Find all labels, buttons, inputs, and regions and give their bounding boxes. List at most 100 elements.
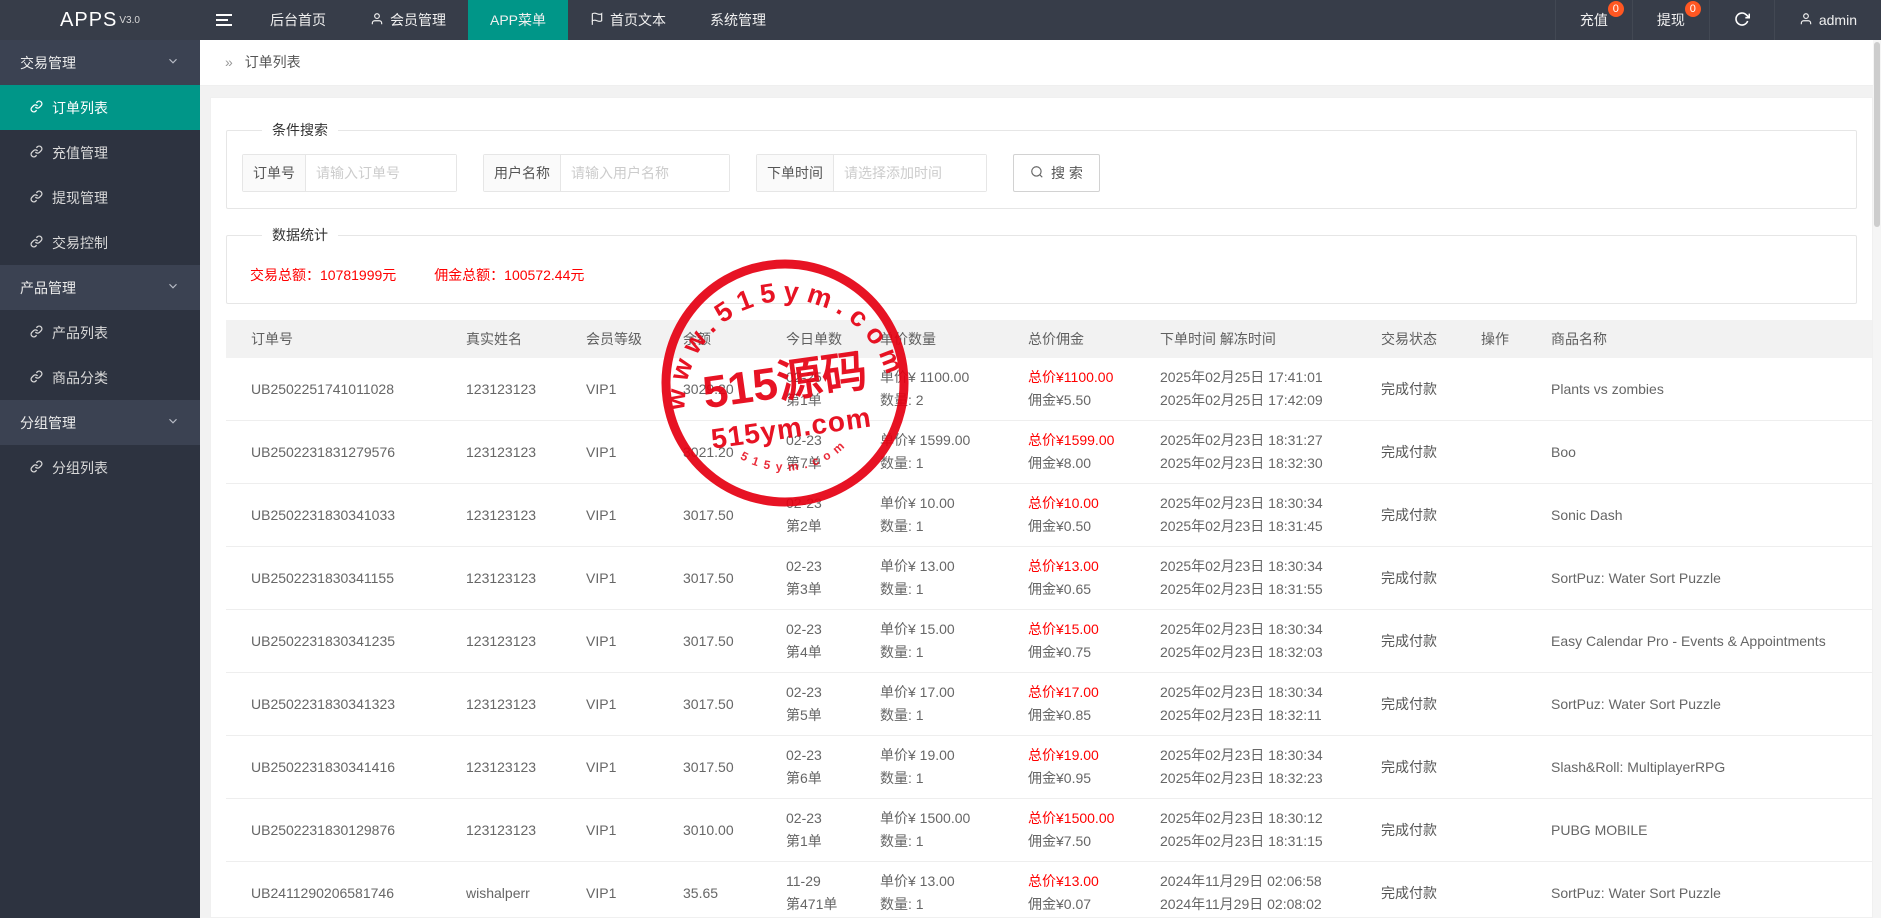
cell-action bbox=[1466, 672, 1536, 736]
recharge-badge: 0 bbox=[1607, 1, 1624, 17]
cell-total-commission: 总价¥1500.00 佣金¥7.50 bbox=[1013, 798, 1145, 862]
cell-balance: 3010.00 bbox=[668, 798, 771, 862]
user-icon bbox=[370, 12, 384, 29]
cell-level: VIP1 bbox=[571, 798, 668, 862]
cell-product: Slash&Roll: MultiplayerRPG bbox=[1536, 735, 1872, 799]
order-no-input[interactable] bbox=[306, 155, 456, 191]
cell-unit-qty: 单价¥ 13.00 数量: 1 bbox=[865, 861, 1013, 917]
nav-item-app-menu[interactable]: APP菜单 bbox=[468, 0, 569, 40]
nav-item-dashboard[interactable]: 后台首页 bbox=[248, 0, 348, 40]
sidebar-group-grouping[interactable]: 分组管理 bbox=[0, 400, 200, 445]
sidebar-item-group-list[interactable]: 分组列表 bbox=[0, 445, 200, 490]
sidebar-item-goods-category[interactable]: 商品分类 bbox=[0, 355, 200, 400]
table-row: UB2411290206581746 wishalperr VIP1 35.65… bbox=[226, 861, 1872, 917]
cell-order-no: UB2502231830341155 bbox=[226, 546, 451, 610]
cell-total-commission: 总价¥19.00 佣金¥0.95 bbox=[1013, 735, 1145, 799]
cell-real-name: wishalperr bbox=[451, 861, 571, 917]
group-label: 分组管理 bbox=[20, 414, 76, 431]
breadcrumb-caret: » bbox=[225, 54, 233, 70]
nav-item-home-text[interactable]: 首页文本 bbox=[568, 0, 688, 40]
cell-product: Easy Calendar Pro - Events & Appointment… bbox=[1536, 609, 1872, 673]
cell-product: SortPuz: Water Sort Puzzle bbox=[1536, 546, 1872, 610]
link-icon bbox=[30, 99, 43, 116]
cell-action bbox=[1466, 735, 1536, 799]
nav-label: 后台首页 bbox=[270, 12, 326, 28]
logo-version: V3.0 bbox=[119, 14, 140, 26]
cell-total-commission: 总价¥13.00 佣金¥0.65 bbox=[1013, 546, 1145, 610]
cell-balance: 3017.50 bbox=[668, 483, 771, 547]
cell-level: VIP1 bbox=[571, 672, 668, 736]
table-row: UB2502231830341235 123123123 VIP1 3017.5… bbox=[226, 609, 1872, 673]
username-input[interactable] bbox=[561, 155, 729, 191]
cell-level: VIP1 bbox=[571, 735, 668, 799]
content-card: 条件搜索 订单号 用户名称 下单时间 bbox=[210, 97, 1873, 918]
cell-unit-qty: 单价¥ 17.00 数量: 1 bbox=[865, 672, 1013, 736]
table-row: UB2502231830341033 123123123 VIP1 3017.5… bbox=[226, 483, 1872, 547]
nav-item-system[interactable]: 系统管理 bbox=[688, 0, 788, 40]
sidebar: 交易管理 订单列表 充值管理 提现管理 交易控制 产品管理 产品列表 商品分类 … bbox=[0, 40, 200, 918]
cell-today-orders: 02-23 第7单 bbox=[771, 420, 865, 484]
cell-action bbox=[1466, 358, 1536, 421]
cell-level: VIP1 bbox=[571, 546, 668, 610]
app-logo: APPS V3.0 bbox=[0, 0, 200, 40]
table-row: UB2502251741011028 123123123 VIP1 3029.2… bbox=[226, 358, 1872, 421]
cell-times: 2025年02月23日 18:31:27 2025年02月23日 18:32:30 bbox=[1145, 420, 1366, 484]
cell-unit-qty: 单价¥ 19.00 数量: 1 bbox=[865, 735, 1013, 799]
cell-times: 2025年02月25日 17:41:01 2025年02月25日 17:42:09 bbox=[1145, 358, 1366, 421]
cell-real-name: 123123123 bbox=[451, 420, 571, 484]
cell-unit-qty: 单价¥ 1100.00 数量: 2 bbox=[865, 358, 1013, 421]
cell-product: Sonic Dash bbox=[1536, 483, 1872, 547]
breadcrumb: » 订单列表 bbox=[200, 40, 1881, 86]
refresh-button[interactable] bbox=[1708, 0, 1774, 40]
search-legend: 条件搜索 bbox=[272, 122, 328, 138]
sidebar-item-label: 分组列表 bbox=[52, 459, 108, 476]
search-button-label: 搜 索 bbox=[1051, 165, 1083, 181]
withdraw-label: 提现 bbox=[1656, 12, 1685, 28]
cell-order-no: UB2502251741011028 bbox=[226, 358, 451, 421]
sidebar-item-label: 提现管理 bbox=[52, 189, 108, 206]
sidebar-item-product-list[interactable]: 产品列表 bbox=[0, 310, 200, 355]
sidebar-group-product[interactable]: 产品管理 bbox=[0, 265, 200, 310]
cell-balance: 3029.20 bbox=[668, 358, 771, 421]
order-no-group: 订单号 bbox=[242, 154, 457, 192]
withdraw-button[interactable]: 提现 0 bbox=[1631, 0, 1709, 40]
menu-toggle-icon[interactable] bbox=[200, 0, 248, 40]
vertical-scrollbar bbox=[1873, 40, 1881, 918]
chevron-down-icon bbox=[166, 279, 180, 296]
link-icon bbox=[30, 144, 43, 161]
sidebar-item-recharge-mgmt[interactable]: 充值管理 bbox=[0, 130, 200, 175]
cell-unit-qty: 单价¥ 1500.00 数量: 1 bbox=[865, 798, 1013, 862]
cell-status: 完成付款 bbox=[1366, 735, 1466, 799]
scrollbar-thumb[interactable] bbox=[1874, 42, 1880, 227]
cell-action bbox=[1466, 483, 1536, 547]
cell-order-no: UB2502231830129876 bbox=[226, 798, 451, 862]
navbar-right: 充值 0 提现 0 admin bbox=[1554, 0, 1881, 40]
cell-total-commission: 总价¥13.00 佣金¥0.07 bbox=[1013, 861, 1145, 917]
cell-today-orders: 02-25 第1单 bbox=[771, 358, 865, 421]
order-time-label: 下单时间 bbox=[757, 155, 834, 191]
recharge-button[interactable]: 充值 0 bbox=[1554, 0, 1632, 40]
hamburger-icon bbox=[216, 11, 232, 29]
search-button[interactable]: 搜 索 bbox=[1013, 154, 1100, 192]
cell-real-name: 123123123 bbox=[451, 609, 571, 673]
cell-product: PUBG MOBILE bbox=[1536, 798, 1872, 862]
sidebar-item-order-list[interactable]: 订单列表 bbox=[0, 85, 200, 130]
nav-item-members[interactable]: 会员管理 bbox=[348, 0, 468, 40]
cell-unit-qty: 单价¥ 15.00 数量: 1 bbox=[865, 609, 1013, 673]
cell-order-no: UB2502231831279576 bbox=[226, 420, 451, 484]
nav-label: 系统管理 bbox=[710, 12, 767, 28]
sidebar-item-trade-control[interactable]: 交易控制 bbox=[0, 220, 200, 265]
nav-label: 会员管理 bbox=[390, 12, 446, 28]
cell-balance: 35.65 bbox=[668, 861, 771, 917]
search-fieldset: 条件搜索 订单号 用户名称 下单时间 bbox=[226, 120, 1857, 209]
cell-total-commission: 总价¥1100.00 佣金¥5.50 bbox=[1013, 358, 1145, 421]
app-root: APPS V3.0 后台首页 会员管理 APP菜单 首页文本 系统管理 充值 0… bbox=[0, 0, 1881, 918]
cell-action bbox=[1466, 420, 1536, 484]
cell-today-orders: 11-29 第471单 bbox=[771, 861, 865, 917]
admin-menu[interactable]: admin bbox=[1773, 0, 1881, 40]
order-time-input[interactable] bbox=[834, 155, 986, 191]
col-header-status: 交易状态 bbox=[1366, 320, 1466, 358]
sidebar-item-withdraw-mgmt[interactable]: 提现管理 bbox=[0, 175, 200, 220]
sidebar-group-trade[interactable]: 交易管理 bbox=[0, 40, 200, 85]
cell-status: 完成付款 bbox=[1366, 358, 1466, 421]
